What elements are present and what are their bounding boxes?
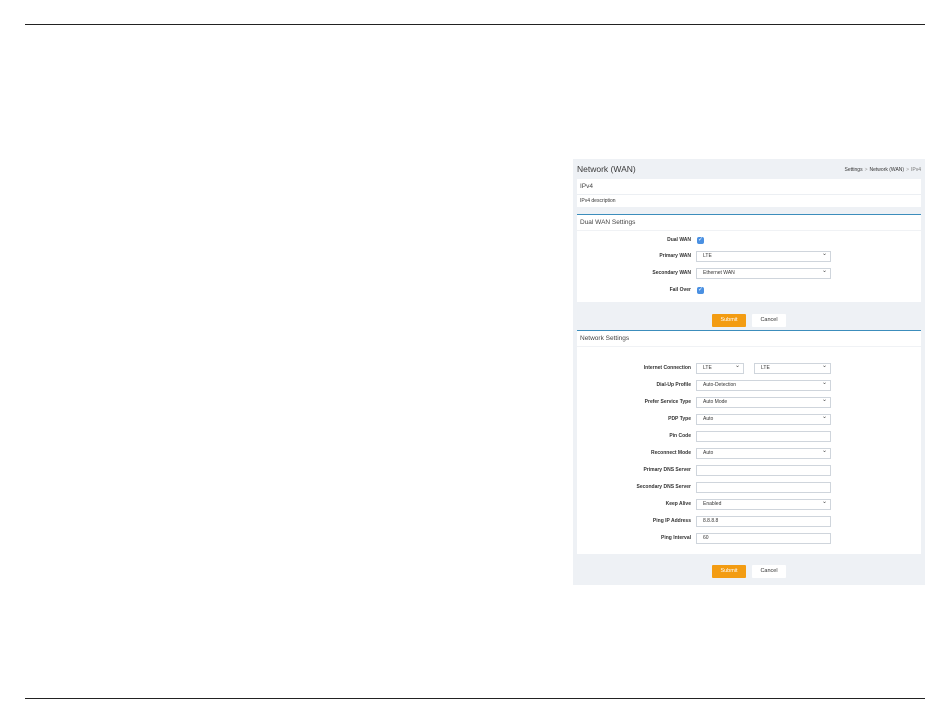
dual-wan-checkbox[interactable]: ✓ <box>697 237 704 244</box>
dual-wan-row: Dual WAN ✓ <box>577 235 921 246</box>
dialup-profile-row: Dial-Up Profile Auto-Detection <box>577 380 921 391</box>
internet-connection-secondary-select[interactable]: LTE <box>754 363 831 374</box>
pin-code-label: Pin Code <box>669 433 691 439</box>
primary-wan-label: Primary WAN <box>659 253 691 259</box>
network-submit-button[interactable]: Submit <box>712 565 746 578</box>
secondary-wan-label: Secondary WAN <box>652 270 691 276</box>
primary-dns-label: Primary DNS Server <box>643 467 691 473</box>
ipv4-info-box: IPv4 IPv4 description <box>577 179 921 207</box>
ping-ip-input[interactable]: 8.8.8.8 <box>696 516 831 527</box>
ping-ip-row: Ping IP Address 8.8.8.8 <box>577 516 921 527</box>
ipv4-title: IPv4 <box>580 183 594 190</box>
ping-ip-label: Ping IP Address <box>652 518 691 524</box>
prefer-service-select[interactable]: Auto Mode <box>696 397 831 408</box>
secondary-dns-input[interactable] <box>696 482 831 493</box>
reconnect-mode-select[interactable]: Auto <box>696 448 831 459</box>
prefer-service-row: Prefer Service Type Auto Mode <box>577 397 921 408</box>
keep-alive-label: Keep Alive <box>665 501 691 507</box>
secondary-dns-label: Secondary DNS Server <box>636 484 691 490</box>
keep-alive-row: Keep Alive Enabled <box>577 499 921 510</box>
secondary-dns-row: Secondary DNS Server <box>577 482 921 493</box>
fail-over-checkbox[interactable]: ✓ <box>697 287 704 294</box>
keep-alive-select[interactable]: Enabled <box>696 499 831 510</box>
dual-wan-cancel-button[interactable]: Cancel <box>752 314 786 327</box>
ping-interval-row: Ping Interval 60 <box>577 533 921 544</box>
dual-wan-actions: Submit Cancel <box>573 314 925 328</box>
network-settings-actions: Submit Cancel <box>573 565 925 579</box>
ipv4-description: IPv4 description <box>577 194 921 207</box>
network-cancel-button[interactable]: Cancel <box>752 565 786 578</box>
dialup-profile-label: Dial-Up Profile <box>656 382 691 388</box>
content-header: Network (WAN) Settings > Network (WAN) > IPv… <box>577 163 923 177</box>
primary-dns-input[interactable] <box>696 465 831 476</box>
breadcrumb-current: IPv4 <box>910 167 921 173</box>
top-divider <box>25 24 925 25</box>
network-settings-title: Network Settings <box>580 335 630 342</box>
network-settings-section: Network Settings Internet Connection LTE… <box>577 330 921 554</box>
pdp-type-select[interactable]: Auto <box>696 414 831 425</box>
secondary-wan-row: Secondary WAN Ethernet WAN <box>577 268 921 279</box>
reconnect-mode-label: Reconnect Mode <box>650 450 691 456</box>
check-icon: ✓ <box>697 287 704 293</box>
page-title: Network (WAN) <box>577 164 636 174</box>
breadcrumb-network-wan[interactable]: Network (WAN) <box>870 167 905 173</box>
reconnect-mode-row: Reconnect Mode Auto <box>577 448 921 459</box>
ping-interval-label: Ping Interval <box>660 535 691 541</box>
wan-settings-panel: Network (WAN) Settings > Network (WAN) > IPv… <box>573 159 925 585</box>
pin-code-row: Pin Code <box>577 431 921 442</box>
pdp-type-row: PDP Type Auto <box>577 414 921 425</box>
pdp-type-label: PDP Type <box>668 416 691 422</box>
section-divider <box>577 230 921 231</box>
dual-wan-submit-button[interactable]: Submit <box>712 314 746 327</box>
fail-over-row: Fail Over ✓ <box>577 285 921 296</box>
internet-connection-select[interactable]: LTE <box>696 363 744 374</box>
primary-wan-row: Primary WAN LTE <box>577 251 921 262</box>
internet-connection-row: Internet Connection LTE LTE <box>577 363 921 374</box>
dialup-profile-select[interactable]: Auto-Detection <box>696 380 831 391</box>
pin-code-input[interactable] <box>696 431 831 442</box>
dual-wan-label: Dual WAN <box>667 237 691 243</box>
dual-wan-title: Dual WAN Settings <box>580 219 636 226</box>
secondary-wan-select[interactable]: Ethernet WAN <box>696 268 831 279</box>
prefer-service-label: Prefer Service Type <box>644 399 691 405</box>
check-icon: ✓ <box>697 237 704 243</box>
bottom-divider <box>25 698 925 699</box>
section-divider <box>577 346 921 347</box>
breadcrumb-settings[interactable]: Settings <box>845 167 863 173</box>
internet-connection-label: Internet Connection <box>643 365 691 371</box>
ping-interval-input[interactable]: 60 <box>696 533 831 544</box>
primary-dns-row: Primary DNS Server <box>577 465 921 476</box>
breadcrumb: Settings > Network (WAN) > IPv4 <box>844 167 921 173</box>
fail-over-label: Fail Over <box>669 287 691 293</box>
dual-wan-section: Dual WAN Settings Dual WAN ✓ Primary WAN… <box>577 214 921 302</box>
primary-wan-select[interactable]: LTE <box>696 251 831 262</box>
